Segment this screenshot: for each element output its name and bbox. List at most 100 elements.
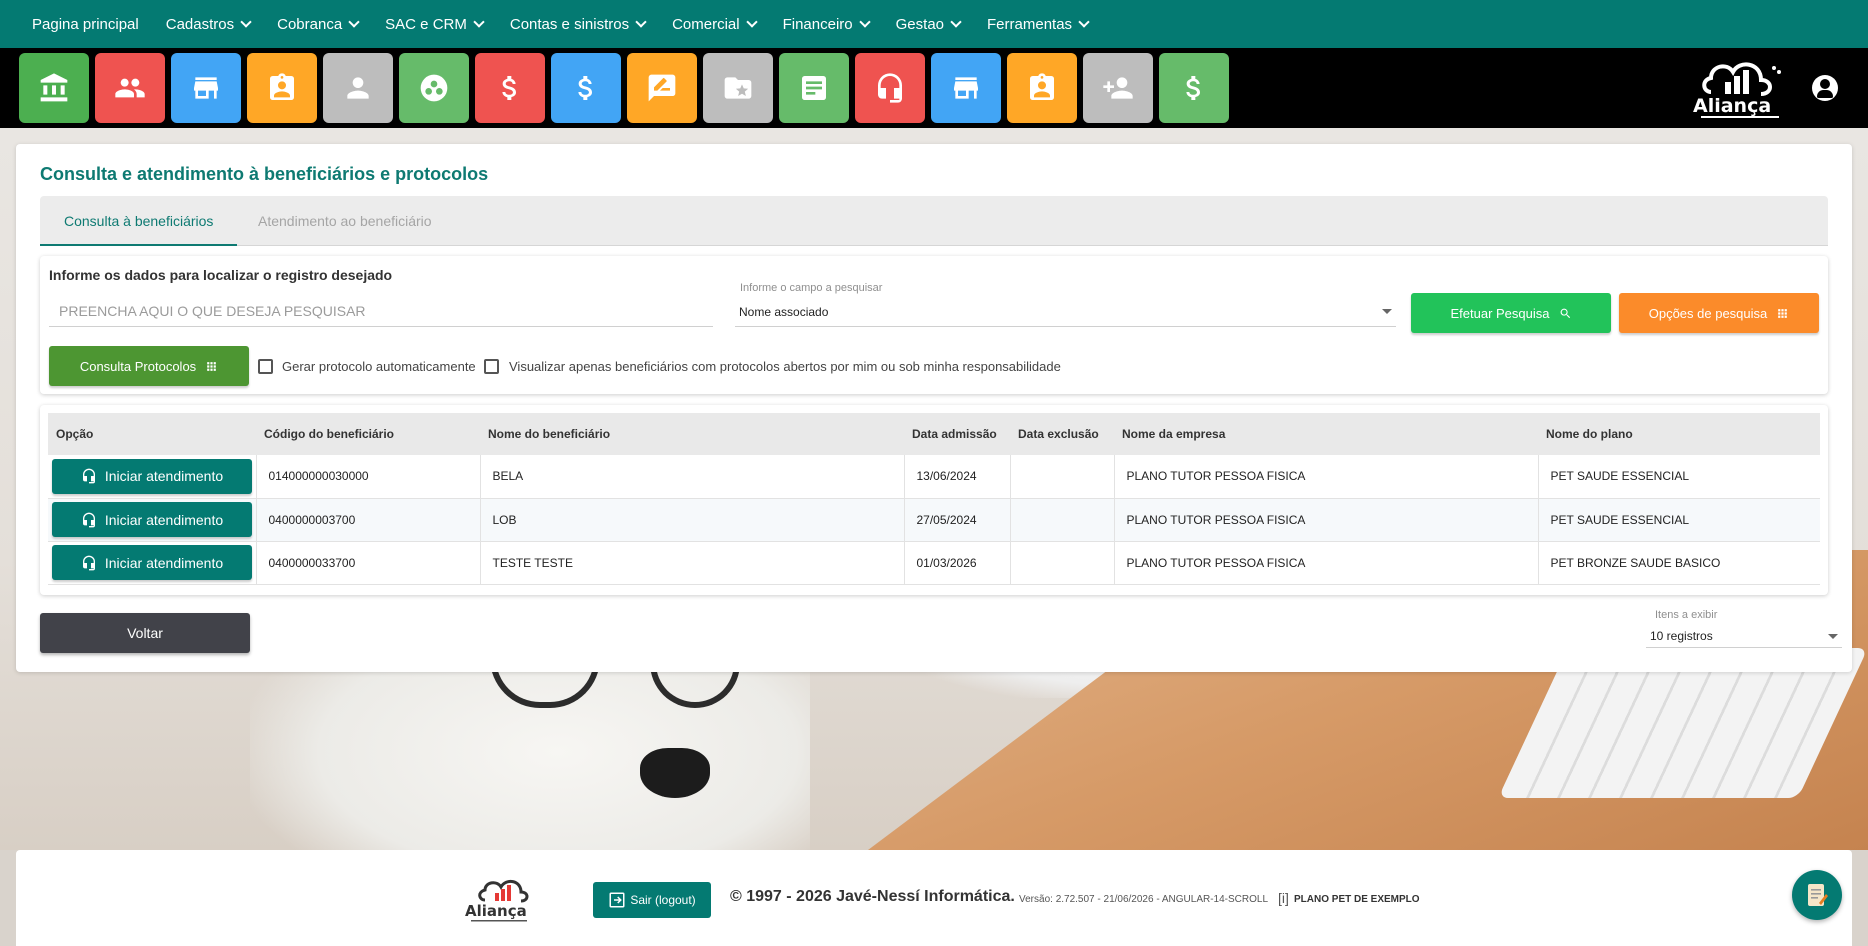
start-service-label: Iniciar atendimento <box>104 468 224 485</box>
quick-tile-7[interactable] <box>475 53 545 123</box>
bank-icon <box>40 73 68 102</box>
menu-item-financeiro[interactable]: Financeiro <box>783 15 871 33</box>
search-input[interactable] <box>49 296 713 327</box>
items-per-page-value: 10 registros <box>1650 629 1713 643</box>
logout-button[interactable]: Sair (logout) <box>593 882 711 918</box>
menu-item-cadastros[interactable]: Cadastros <box>166 15 252 33</box>
rate-review-icon <box>648 74 676 102</box>
cell-admission: 27/05/2024 <box>904 498 1011 542</box>
top-menu-bar: Pagina principal Cadastros Cobranca SAC e C… <box>0 0 1868 48</box>
quick-tile-3[interactable] <box>171 53 241 123</box>
search-options-button[interactable]: Opções de pesquisa <box>1619 293 1819 333</box>
tab-atendimento-beneficiario[interactable]: Atendimento ao beneficiário <box>234 196 456 246</box>
column-header: Nome do beneficiário <box>480 413 904 455</box>
quick-tile-5[interactable] <box>323 53 393 123</box>
search-icon <box>1560 308 1570 318</box>
menu-item-label: Contas e sinistros <box>509 15 630 33</box>
tab-bar: Consulta à beneficiários Atendimento ao … <box>40 196 1828 246</box>
quick-tile-8[interactable] <box>551 53 621 123</box>
chevron-down-icon <box>635 15 647 28</box>
info-link[interactable]: [i] <box>1278 890 1289 906</box>
store-icon <box>954 77 978 99</box>
cell-exclusion <box>1010 541 1115 585</box>
results-panel: Opção Código do beneficiário Nome do benef… <box>40 405 1828 595</box>
table-body: Iniciar atendimento 014000000030000 BELA 13… <box>48 455 1820 585</box>
back-button[interactable]: Voltar <box>40 613 250 653</box>
option-cell: Iniciar atendimento <box>48 498 257 542</box>
menu-item-gestao[interactable]: Gestao <box>895 15 962 33</box>
auto-protocol-label: Gerar protocolo automaticamente <box>282 359 476 374</box>
dog-with-glasses <box>250 648 810 850</box>
auto-protocol-checkbox[interactable] <box>258 359 273 374</box>
quick-tile-6[interactable] <box>399 53 469 123</box>
store-icon <box>194 77 218 99</box>
items-per-page-select[interactable]: 10 registros <box>1646 624 1842 648</box>
chevron-down-icon <box>348 15 360 28</box>
quick-tile-11[interactable] <box>779 53 849 123</box>
chevron-down-icon <box>950 15 962 28</box>
floating-notes-button[interactable] <box>1792 870 1842 920</box>
cell-code: 0400000033700 <box>256 541 481 585</box>
tab-consulta-beneficiarios[interactable]: Consulta à beneficiários <box>40 196 238 246</box>
cell-exclusion <box>1010 498 1115 542</box>
cell-plan: PET SAUDE ESSENCIAL <box>1538 455 1820 499</box>
headset-icon <box>82 512 95 527</box>
footer-brand-logo: Aliança <box>465 879 529 922</box>
headset-icon <box>82 555 95 570</box>
search-button[interactable]: Efetuar Pesquisa <box>1411 293 1611 333</box>
search-field-label: Informe o campo a pesquisar <box>740 282 883 294</box>
folder-star-icon <box>724 77 752 99</box>
chevron-down-icon <box>858 15 871 28</box>
start-service-button[interactable]: Iniciar atendimento <box>52 458 252 494</box>
search-field-select[interactable]: Nome associado <box>735 302 1396 327</box>
newspaper-icon <box>802 76 826 100</box>
start-service-button[interactable]: Iniciar atendimento <box>52 502 252 537</box>
caret-down-icon <box>1382 309 1392 314</box>
cell-company: PLANO TUTOR PESSOA FISICA <box>1114 541 1539 585</box>
quick-access-bar: Aliança <box>0 48 1868 128</box>
badge-icon <box>270 73 294 100</box>
search-panel: Informe os dados para localizar o regist… <box>40 256 1828 394</box>
apps-grid-icon <box>207 361 217 371</box>
badge-icon <box>1030 73 1054 100</box>
menu-item-pagina-principal[interactable]: Pagina principal <box>32 16 139 33</box>
menu-item-ferramentas[interactable]: Ferramentas <box>987 15 1090 33</box>
user-account-icon[interactable] <box>1812 75 1838 101</box>
quick-tile-10[interactable] <box>703 53 773 123</box>
chevron-down-icon <box>240 15 252 28</box>
open-protocols-only-label: Visualizar apenas beneficiários com prot… <box>509 359 1061 374</box>
start-service-button[interactable]: Iniciar atendimento <box>52 545 252 580</box>
quick-tile-15[interactable] <box>1083 53 1153 123</box>
notes-icon <box>1808 884 1828 906</box>
menu-item-contas-e-sinistros[interactable]: Contas e sinistros <box>509 15 647 33</box>
quick-tile-1[interactable] <box>19 53 89 123</box>
chevron-down-icon <box>473 15 485 28</box>
quick-tile-14[interactable] <box>1007 53 1077 123</box>
headset-icon <box>878 73 902 103</box>
headset-icon <box>82 468 95 484</box>
cell-code: 0400000003700 <box>256 498 481 542</box>
quick-tile-2[interactable] <box>95 53 165 123</box>
menu-item-cobranca[interactable]: Cobranca <box>277 15 360 33</box>
table-row: Iniciar atendimento 0400000003700 LOB 27/05… <box>48 498 1820 542</box>
menu-item-sac-e-crm[interactable]: SAC e CRM <box>385 15 485 33</box>
open-protocols-only-checkbox[interactable] <box>484 359 499 374</box>
column-header: Código do beneficiário <box>256 413 480 455</box>
column-header: Nome da empresa <box>1114 413 1538 455</box>
quick-tile-13[interactable] <box>931 53 1001 123</box>
quick-tile-9[interactable] <box>627 53 697 123</box>
caret-down-icon <box>1828 634 1838 639</box>
quick-tile-16[interactable] <box>1159 53 1229 123</box>
menu-item-comercial[interactable]: Comercial <box>672 16 758 33</box>
consult-protocols-button[interactable]: Consulta Protocolos <box>49 346 249 386</box>
table-row: Iniciar atendimento 0400000033700 TESTE TE… <box>48 541 1820 585</box>
option-cell: Iniciar atendimento <box>48 541 257 585</box>
quick-tile-12[interactable] <box>855 53 925 123</box>
logout-label: Sair (logout) <box>630 893 696 907</box>
page-title: Consulta e atendimento à beneficiários e… <box>40 164 489 184</box>
menu-item-label: Gestao <box>895 15 945 33</box>
quick-tile-4[interactable] <box>247 53 317 123</box>
person-add-icon <box>1103 77 1133 99</box>
chevron-down-icon <box>1078 15 1090 28</box>
menu-item-label: SAC e CRM <box>385 15 467 33</box>
